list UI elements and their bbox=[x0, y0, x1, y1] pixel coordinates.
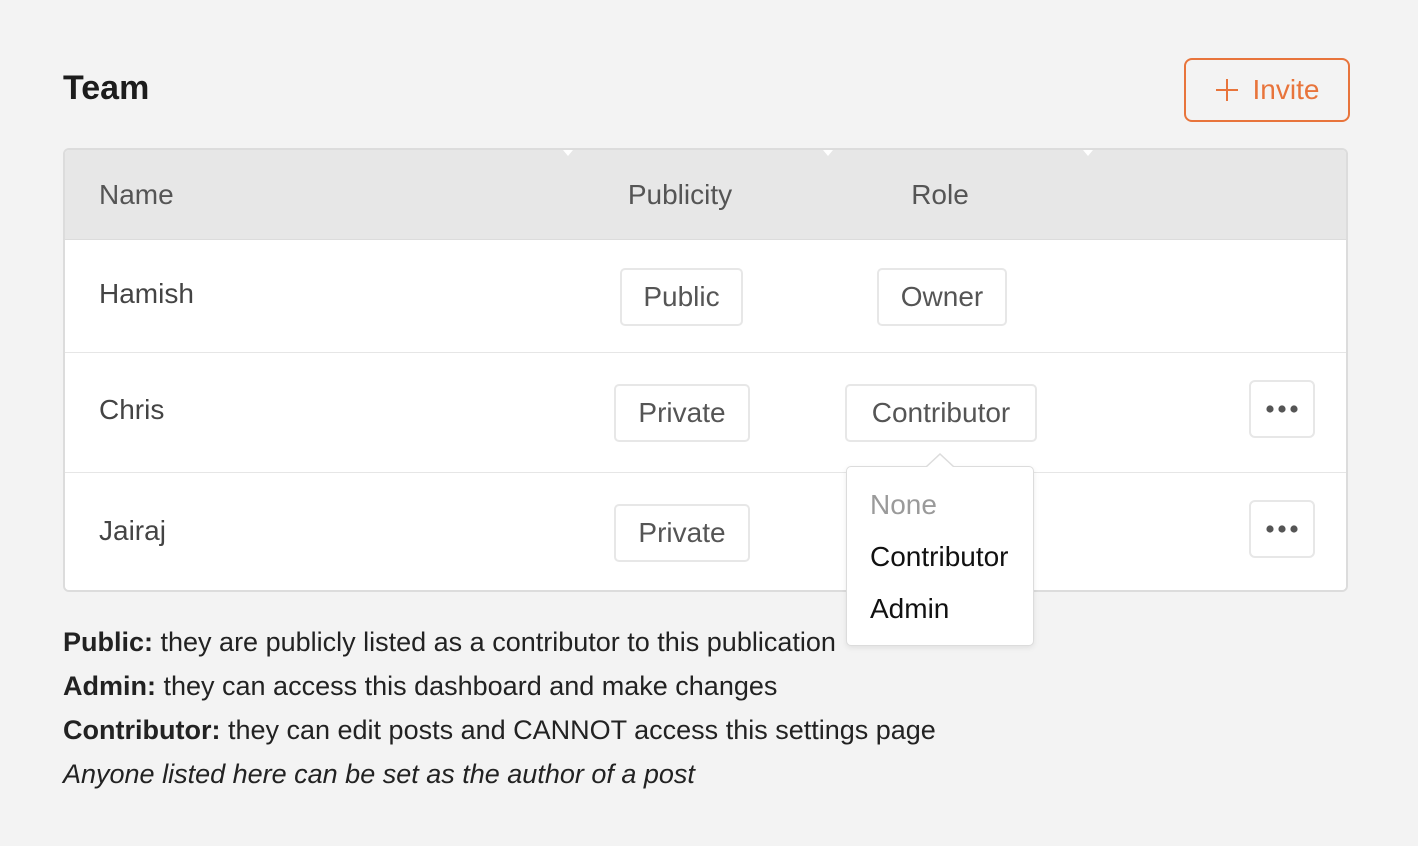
role-legend: Public: they are publicly listed as a co… bbox=[63, 620, 936, 796]
publicity-pill[interactable]: Public bbox=[620, 268, 743, 326]
column-resize-marker bbox=[563, 150, 573, 156]
row-menu-button[interactable] bbox=[1249, 500, 1315, 558]
table-row: Jairaj Private bbox=[65, 473, 1346, 590]
column-header-publicity: Publicity bbox=[627, 179, 733, 210]
team-table: Name Publicity Role Hamish Public Owner … bbox=[63, 148, 1348, 592]
role-pill[interactable]: Contributor bbox=[845, 384, 1037, 442]
role-dropdown-menu: None Contributor Admin bbox=[846, 453, 1034, 646]
publicity-pill[interactable]: Private bbox=[614, 504, 750, 562]
publicity-pill[interactable]: Private bbox=[614, 384, 750, 442]
page-title: Team bbox=[63, 69, 150, 107]
role-pill[interactable]: Owner bbox=[877, 268, 1007, 326]
team-settings-page: Team Invite Name Publicity Role Hamish P… bbox=[0, 0, 1418, 846]
legend-term: Public: bbox=[63, 627, 154, 657]
legend-admin: Admin: they can access this dashboard an… bbox=[63, 664, 936, 708]
more-horizontal-icon bbox=[1266, 525, 1298, 533]
dropdown-option-admin[interactable]: Admin bbox=[870, 592, 949, 626]
legend-term: Admin: bbox=[63, 671, 156, 701]
invite-button-label: Invite bbox=[1252, 74, 1320, 105]
legend-description: they can edit posts and CANNOT access th… bbox=[220, 715, 936, 745]
table-header: Name Publicity Role bbox=[65, 150, 1346, 240]
plus-icon bbox=[1215, 79, 1238, 101]
column-resize-marker bbox=[823, 150, 833, 156]
table-row: Chris Private Contributor bbox=[65, 353, 1346, 473]
legend-description: they can access this dashboard and make … bbox=[155, 671, 778, 701]
dropdown-option-contributor[interactable]: Contributor bbox=[870, 540, 1009, 574]
member-name: Jairaj bbox=[99, 515, 166, 546]
column-header-name: Name bbox=[99, 179, 174, 210]
more-horizontal-icon bbox=[1266, 405, 1298, 413]
column-header-role: Role bbox=[911, 179, 969, 210]
legend-contributor: Contributor: they can edit posts and CAN… bbox=[63, 708, 936, 752]
member-name: Chris bbox=[99, 394, 165, 425]
invite-button[interactable]: Invite bbox=[1184, 58, 1350, 122]
table-row: Hamish Public Owner bbox=[65, 240, 1346, 353]
legend-description: they are publicly listed as a contributo… bbox=[153, 627, 836, 657]
member-name: Hamish bbox=[99, 278, 194, 309]
legend-note: Anyone listed here can be set as the aut… bbox=[63, 759, 695, 789]
legend-term: Contributor: bbox=[63, 715, 221, 745]
dropdown-option-none: None bbox=[870, 489, 937, 520]
legend-public: Public: they are publicly listed as a co… bbox=[63, 620, 936, 664]
row-menu-button[interactable] bbox=[1249, 380, 1315, 438]
column-resize-marker bbox=[1083, 150, 1093, 156]
dropdown-arrow bbox=[926, 455, 954, 468]
